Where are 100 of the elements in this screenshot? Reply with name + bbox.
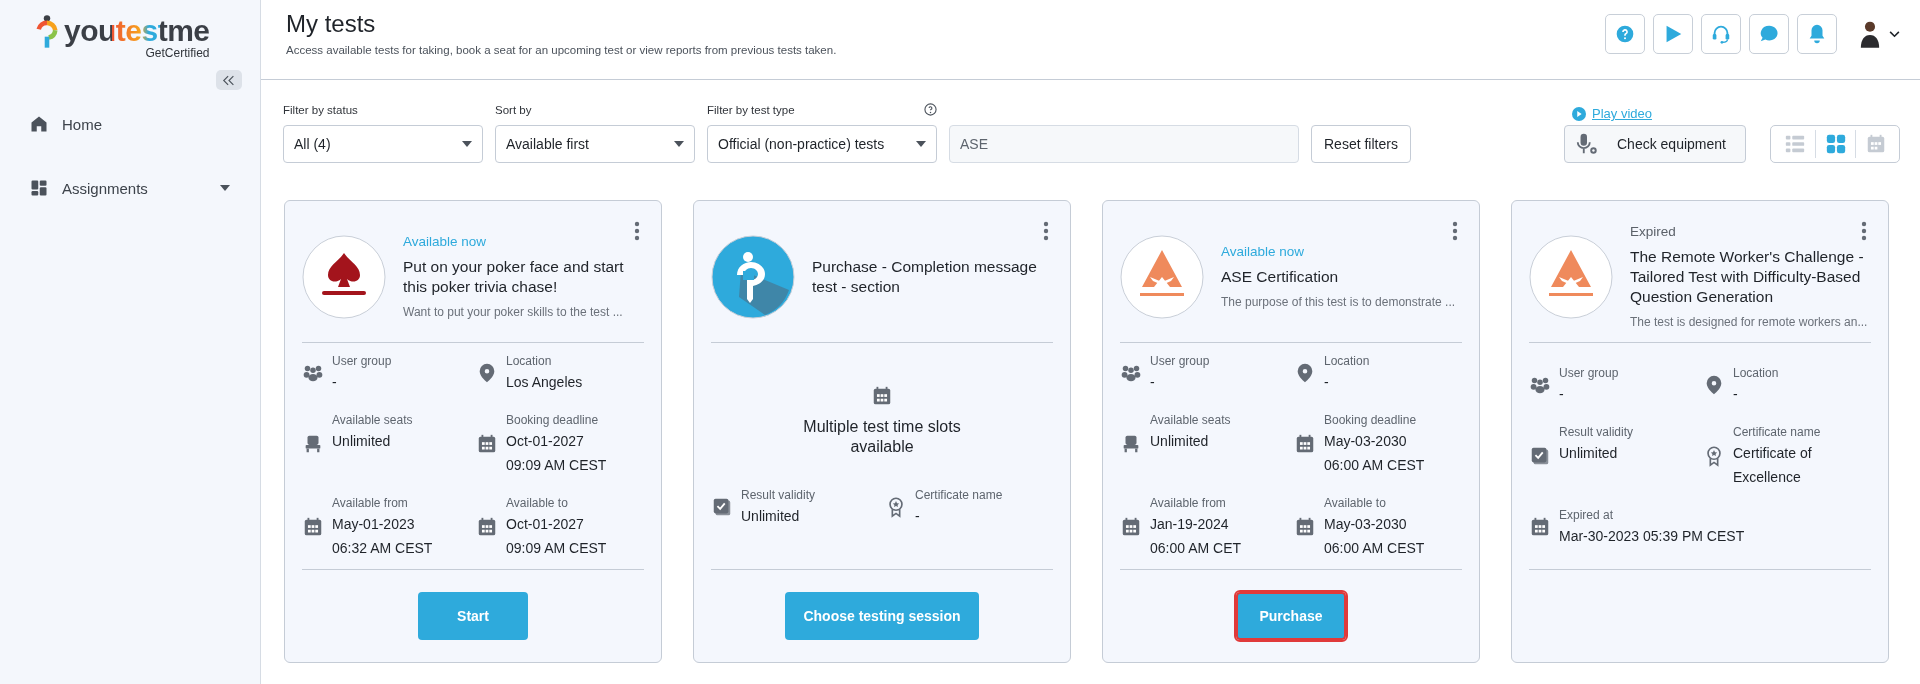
detail-value: Unlimited <box>332 431 392 451</box>
detail-value: Los Angeles <box>506 372 584 392</box>
checkbox-icon <box>711 496 733 518</box>
test-title: ASE Certification <box>1221 267 1339 287</box>
status-label: Available now <box>1221 244 1305 259</box>
help-button[interactable] <box>1605 14 1645 54</box>
calendar-icon <box>1294 433 1316 455</box>
detail-value: May-01-2023 06:32 AM CEST <box>332 514 434 558</box>
search-field[interactable]: ASE <box>949 125 1299 163</box>
detail-label: Certificate name <box>1733 423 1822 441</box>
detail-value: Oct-01-2027 09:09 AM CEST <box>506 514 608 558</box>
filter-label: Sort by <box>495 104 532 116</box>
collapse-sidebar-button[interactable] <box>216 70 242 90</box>
notifications-button[interactable] <box>1797 14 1837 54</box>
test-title: The Remote Worker's Challenge - Tailored Test with Difficulty-Based Question Generation <box>1630 247 1865 307</box>
detail-label: Available seats <box>332 411 414 429</box>
filter-label: Filter by status <box>283 104 358 116</box>
detail-label: Available to <box>506 494 569 512</box>
detail-value: Mar-30-2023 05:39 PM CEST <box>1559 526 1745 546</box>
detail-label: User group <box>1150 352 1211 370</box>
check-equipment-button[interactable]: Check equipment <box>1564 125 1746 163</box>
detail-label: Location <box>1733 364 1780 382</box>
nav-item[interactable]: Assignments <box>0 168 260 208</box>
page-subtitle: Access available tests for taking, book a seat for an upcoming test or view reports from previous tests taken. <box>286 44 838 56</box>
detail-label: Result validity <box>1559 423 1635 441</box>
detail-value: May-03-2030 06:00 AM CEST <box>1324 431 1426 475</box>
test-description: The test is designed for remote workers an... <box>1630 315 1868 329</box>
detail-label: Location <box>1324 352 1371 370</box>
checkbox-icon <box>1529 445 1551 467</box>
user-menu-button[interactable] <box>1859 19 1900 49</box>
caret-icon <box>674 141 684 147</box>
detail-value: - <box>1559 384 1565 404</box>
test-description: Want to put your poker skills to the test ... <box>403 305 623 319</box>
more-options-icon[interactable] <box>1452 221 1458 241</box>
home-icon <box>30 115 48 133</box>
more-options-icon[interactable] <box>1861 221 1867 241</box>
detail-value: Oct-01-2027 09:09 AM CEST <box>506 431 608 475</box>
filter-dropdown[interactable]: All (4) <box>283 125 483 163</box>
detail-value: - <box>332 372 338 392</box>
more-options-icon[interactable] <box>1043 221 1049 241</box>
detail-label: User group <box>1559 364 1620 382</box>
detail-value: - <box>1733 384 1739 404</box>
filter-label: Filter by test type <box>707 103 795 116</box>
calendar-icon <box>1294 516 1316 538</box>
page-title: My tests <box>286 10 377 38</box>
calendar-icon <box>1120 516 1142 538</box>
calendar-icon <box>871 384 893 407</box>
double-chevron-icon <box>222 74 236 86</box>
filter-dropdown[interactable]: Available first <box>495 125 695 163</box>
caret-icon <box>916 141 926 147</box>
calendar-icon <box>476 516 498 538</box>
caret-icon <box>462 141 472 147</box>
calendar-icon <box>302 516 324 538</box>
brand-tagline: GetCertified <box>145 46 210 60</box>
avatar-icon <box>1859 19 1881 49</box>
nav-item[interactable]: Home <box>0 104 260 144</box>
detail-value: - <box>915 506 921 526</box>
microphone-gear-icon <box>1575 132 1599 156</box>
test-title: Put on your poker face and start this poker trivia chase! <box>403 257 625 297</box>
detail-value: - <box>1324 372 1330 392</box>
detail-label: Location <box>506 352 553 370</box>
more-options-icon[interactable] <box>634 221 640 241</box>
detail-label: Booking deadline <box>1324 411 1418 429</box>
detail-value: Unlimited <box>1559 443 1619 463</box>
detail-label: Available from <box>1150 494 1227 512</box>
help-icon <box>924 103 937 116</box>
list-icon <box>1784 133 1806 155</box>
detail-label: Result validity <box>741 486 817 504</box>
detail-value: Jan-19-2024 06:00 AM CET <box>1150 514 1243 558</box>
calendar-icon <box>476 433 498 455</box>
detail-value: Unlimited <box>1150 431 1210 451</box>
detail-label: Booking deadline <box>506 411 600 429</box>
detail-value: May-03-2030 06:00 AM CEST <box>1324 514 1426 558</box>
chat-button[interactable] <box>1749 14 1789 54</box>
detail-label: Expired at <box>1559 506 1615 524</box>
reset-filters-button[interactable]: Reset filters <box>1311 125 1411 163</box>
play-icon <box>1572 106 1586 121</box>
detail-label: Available seats <box>1150 411 1232 429</box>
test-title: Purchase - Completion message test - section <box>812 256 1037 297</box>
calendar-icon <box>1529 516 1551 538</box>
chevron-down-icon <box>1889 30 1900 38</box>
status-label: Expired <box>1630 224 1676 239</box>
detail-value: Unlimited <box>741 506 801 526</box>
detail-label: User group <box>332 352 393 370</box>
detail-label: Available to <box>1324 494 1387 512</box>
caret-icon <box>220 185 230 191</box>
headset-button[interactable] <box>1701 14 1741 54</box>
help-icon <box>1615 24 1635 44</box>
play-button[interactable] <box>1653 14 1693 54</box>
detail-label: Certificate name <box>915 486 1004 504</box>
test-description: The purpose of this test is to demonstrate ... <box>1221 295 1456 309</box>
headset-icon <box>1710 23 1732 45</box>
detail-value: - <box>1150 372 1156 392</box>
time-slots-message: Multiple test time slots available <box>802 416 962 457</box>
detail-value: Certificate of Excellence <box>1733 443 1813 487</box>
detail-label: Available from <box>332 494 409 512</box>
grid-icon <box>1824 133 1847 155</box>
dashboard-icon <box>30 179 48 197</box>
status-label: Available now <box>403 234 487 249</box>
filter-dropdown[interactable]: Official (non-practice) tests <box>707 125 937 163</box>
